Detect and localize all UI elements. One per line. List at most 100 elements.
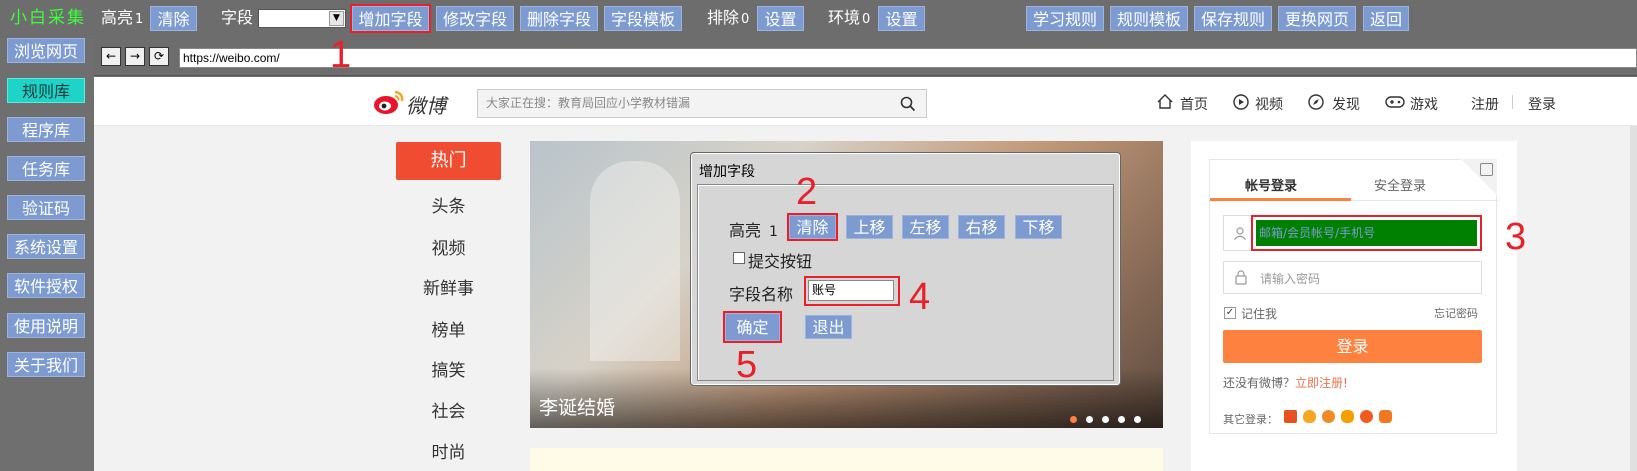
forward-arrow-icon[interactable]: → (125, 47, 145, 66)
nav-divider (1512, 95, 1513, 109)
field-select[interactable]: ▼ (258, 9, 346, 28)
exclude-label: 排除 0 (707, 8, 750, 27)
nav-home[interactable]: 首页 (1180, 94, 1208, 114)
submit-button-checkbox[interactable] (733, 252, 745, 264)
refresh-icon[interactable]: ⟳ (149, 47, 169, 66)
move-right-button[interactable]: 右移 (958, 215, 1005, 239)
sidebar-item-tasks[interactable]: 任务库 (7, 156, 85, 181)
login-button[interactable]: 登录 (1223, 330, 1482, 363)
no-account-text: 还没有微博？立即注册! (1223, 376, 1348, 390)
left-nav-item[interactable]: 新鲜事 (396, 274, 501, 299)
exit-button[interactable]: 退出 (805, 315, 852, 339)
account-input[interactable]: 邮箱/会员帐号/手机号 (1256, 220, 1477, 246)
annotation-4: 4 (909, 276, 931, 318)
dialog-clear-button[interactable]: 清除 (787, 213, 838, 241)
move-down-button[interactable]: 下移 (1015, 215, 1062, 239)
back-button[interactable]: 返回 (1363, 6, 1409, 31)
exclude-count: 0 (741, 12, 750, 27)
pager-dot[interactable] (1118, 416, 1125, 423)
home-icon (1157, 94, 1173, 109)
annotation-3: 3 (1505, 216, 1527, 258)
scrollbar[interactable] (1630, 126, 1637, 471)
sidebar-item-programs[interactable]: 程序库 (7, 117, 85, 142)
tianyi-icon[interactable] (1341, 410, 1354, 423)
sidebar-item-rules[interactable]: 规则库 (7, 78, 85, 103)
clear-button[interactable]: 清除 (150, 6, 197, 31)
search-icon[interactable] (900, 96, 916, 112)
unicom-icon[interactable] (1379, 410, 1392, 423)
nav-discover[interactable]: 发现 (1332, 94, 1360, 114)
nav-register[interactable]: 注册 (1471, 94, 1499, 114)
env-count: 0 (862, 12, 871, 27)
sidebar-item-about[interactable]: 关于我们 (7, 352, 85, 377)
pager-dot[interactable] (1086, 416, 1093, 423)
password-field[interactable]: 请输入密码 (1223, 261, 1482, 294)
account-field[interactable]: 邮箱/会员帐号/手机号 (1223, 215, 1482, 251)
move-left-button[interactable]: 左移 (902, 215, 949, 239)
tab-account-login[interactable]: 帐号登录 (1245, 175, 1297, 194)
pager-dot[interactable] (1102, 416, 1109, 423)
qq-icon[interactable] (1303, 410, 1316, 423)
tab-active-underline (1210, 198, 1351, 201)
ok-button[interactable]: 确定 (723, 311, 782, 343)
other-login-label: 其它登录： (1223, 413, 1278, 426)
exclude-settings-button[interactable]: 设置 (757, 6, 804, 31)
rule-template-button[interactable]: 规则模板 (1110, 6, 1188, 31)
banner-below-strip (530, 448, 1163, 471)
password-input[interactable]: 请输入密码 (1260, 270, 1320, 287)
sidebar-item-settings[interactable]: 系统设置 (7, 234, 85, 259)
env-settings-button[interactable]: 设置 (878, 6, 925, 31)
taobao-icon[interactable] (1284, 410, 1297, 423)
weibo-search-input[interactable]: 大家正在搜：教育局回应小学教材错漏 (477, 89, 927, 118)
left-nav-item[interactable]: 时尚 (396, 438, 501, 463)
left-nav-item[interactable]: 视频 (396, 234, 501, 259)
back-arrow-icon[interactable]: ← (101, 47, 121, 66)
dialog-highlight-count: 1 (769, 224, 778, 240)
360-icon[interactable] (1322, 410, 1335, 423)
learn-rules-button[interactable]: 学习规则 (1026, 6, 1104, 31)
sidebar-item-manual[interactable]: 使用说明 (7, 313, 85, 338)
pager-dot-active[interactable] (1070, 416, 1077, 423)
dialog-title: 增加字段 (699, 164, 755, 180)
left-nav-item[interactable]: 榜单 (396, 316, 501, 341)
field-name-input[interactable]: 账号 (808, 280, 894, 301)
baidu-icon[interactable] (1360, 410, 1373, 423)
remember-checkbox[interactable]: ✓ (1224, 307, 1236, 319)
sidebar-item-browse[interactable]: 浏览网页 (7, 38, 85, 63)
left-nav-hot[interactable]: 热门 (396, 142, 501, 180)
register-now-link[interactable]: 立即注册! (1295, 376, 1348, 390)
sidebar-item-captcha[interactable]: 验证码 (7, 195, 85, 220)
qrcode-corner-icon[interactable] (1461, 159, 1497, 195)
change-page-button[interactable]: 更换网页 (1278, 6, 1356, 31)
annotation-5: 5 (736, 344, 758, 386)
left-nav-item[interactable]: 搞笑 (396, 356, 501, 381)
annotation-1: 1 (330, 34, 352, 76)
left-nav-item[interactable]: 头条 (396, 192, 501, 217)
tab-secure-login[interactable]: 安全登录 (1374, 175, 1426, 194)
highlight-label: 高亮 1 (101, 8, 144, 27)
nav-games[interactable]: 游戏 (1410, 94, 1438, 114)
annotation-2: 2 (796, 171, 818, 213)
left-nav-item[interactable]: 社会 (396, 397, 501, 422)
field-name-label: 字段名称 (729, 285, 794, 304)
weibo-logo-icon (373, 88, 405, 116)
right-margin (1542, 77, 1637, 471)
pager-dot[interactable] (1134, 416, 1141, 423)
move-up-button[interactable]: 上移 (846, 215, 893, 239)
field-label: 字段 (221, 8, 254, 27)
env-label: 环境 0 (828, 8, 871, 27)
field-template-button[interactable]: 字段模板 (604, 6, 682, 31)
nav-video[interactable]: 视频 (1255, 94, 1283, 114)
add-field-button[interactable]: 增加字段 (350, 4, 431, 33)
login-box: 帐号登录 安全登录 邮箱/会员帐号/手机号 请输入密码 ✓ 记住我 忘记密码 登… (1209, 159, 1498, 434)
delete-field-button[interactable]: 删除字段 (520, 6, 598, 31)
save-rule-button[interactable]: 保存规则 (1194, 6, 1272, 31)
banner-caption: 李诞结婚 (539, 397, 616, 419)
forgot-password-link[interactable]: 忘记密码 (1434, 305, 1478, 321)
video-icon (1233, 94, 1249, 110)
url-input[interactable]: https://weibo.com/ (179, 48, 1637, 68)
edit-field-button[interactable]: 修改字段 (436, 6, 514, 31)
sidebar-item-license[interactable]: 软件授权 (7, 273, 85, 298)
app-brand: 小白采集 (10, 8, 86, 28)
chevron-down-icon: ▼ (329, 11, 344, 26)
